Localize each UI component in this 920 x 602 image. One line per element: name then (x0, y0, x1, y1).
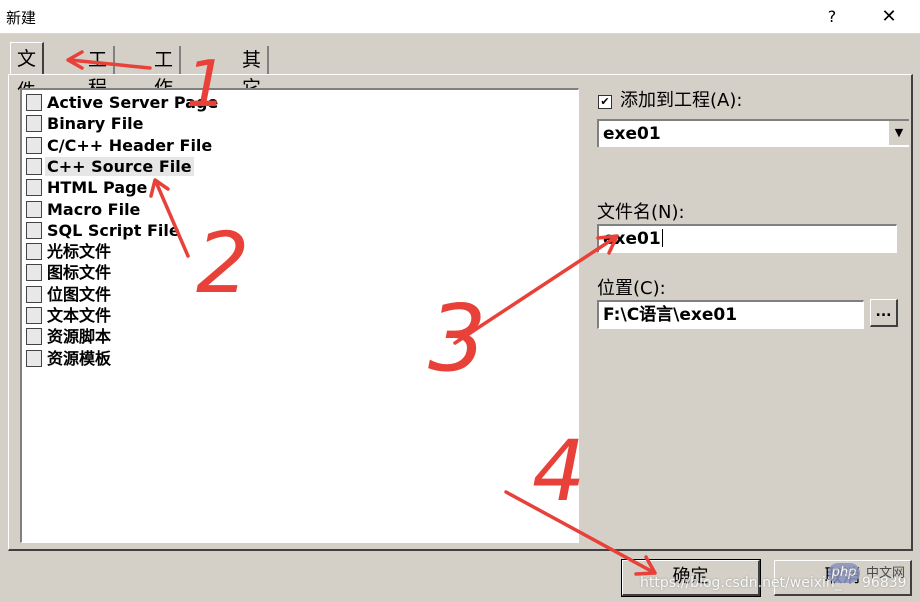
annotation-number-4: 4 (532, 422, 585, 520)
annotation-arrow-2 (154, 180, 190, 258)
annotation-overlay: 1 2 3 4 (66, 48, 657, 576)
annotation-number-1: 1 (186, 48, 227, 122)
php-logo: php (828, 563, 860, 583)
annotation-number-3: 3 (428, 285, 487, 392)
annotation-number-2: 2 (196, 214, 249, 312)
watermark-site-name: 中文网 (866, 566, 906, 581)
watermark-url: https://blog.csdn.net/weixin_ (640, 575, 842, 591)
